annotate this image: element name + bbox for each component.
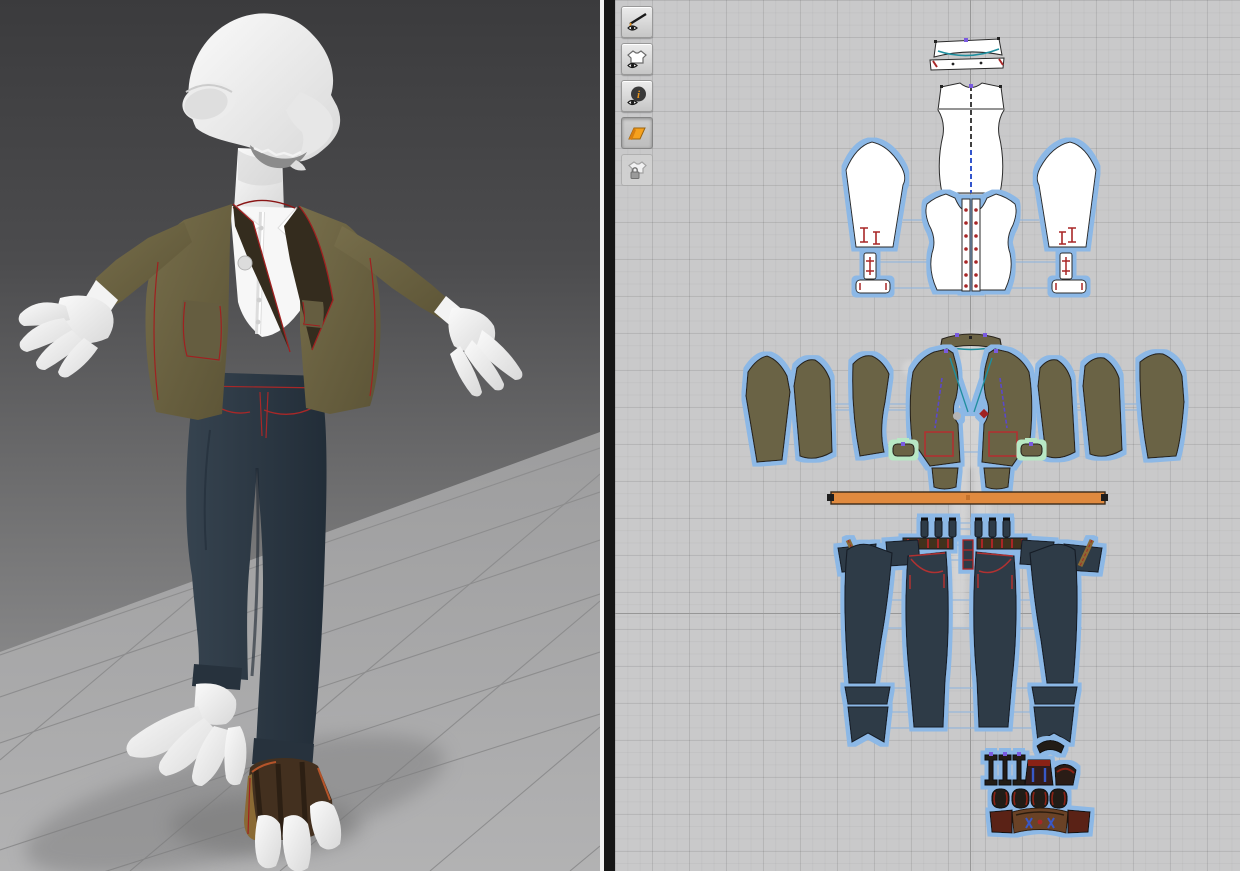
shirt-sleeve-left-piece[interactable] [845,141,906,248]
shirt-cuff-left-piece[interactable] [855,279,891,294]
fabric-swatch-icon [628,127,646,140]
jacket-side-panel-left-piece[interactable] [793,359,833,459]
waistband-right-piece[interactable] [976,537,1028,550]
3d-viewport[interactable] [0,0,600,871]
ankle-cuff-right-piece[interactable] [1033,706,1075,743]
jacket-side-panel-right-piece[interactable] [1037,359,1076,459]
show-garment-toggle[interactable] [621,43,653,75]
back-leg-left-piece[interactable] [844,543,893,684]
knee-band-right-piece[interactable] [1031,686,1078,705]
jacket-under-sleeve-left-piece[interactable] [745,355,791,463]
jacket-top-sleeve-right-piece[interactable] [1139,353,1185,459]
shirt-back-bodice-piece[interactable] [937,82,1005,194]
garment-design-app: i [0,0,1240,871]
belt-endpoint-left[interactable] [827,494,834,501]
sandal-toe-straps[interactable] [984,752,1026,786]
knee-band-left-piece[interactable] [844,686,891,705]
show-info-toggle[interactable]: i [621,80,653,112]
shirt-collar-band-piece[interactable] [929,57,1005,71]
front-leg-left-piece[interactable] [905,551,949,728]
sandal-pattern-group [984,740,1091,834]
sandal-sole-piece[interactable] [1011,807,1069,834]
shirt-pattern-group [845,37,1097,294]
jacket-back-panel-piece[interactable] [1082,357,1123,457]
sandal-sole-side-right-piece[interactable] [1067,809,1091,834]
front-leg-right-piece[interactable] [973,551,1017,728]
pattern-toolbar: i [621,6,653,186]
panel-divider[interactable] [600,0,615,871]
jacket-pocket-flap-right-piece[interactable] [1020,442,1043,457]
needle-eye-icon [627,12,647,31]
shirt-placket-right-piece[interactable] [1059,252,1073,280]
sandal-heel-strap-piece[interactable] [1036,740,1065,754]
jacket-hem-tab-left-piece[interactable] [931,467,959,490]
jacket-pocket-flap-left-piece[interactable] [892,442,915,457]
shirt-front-right-piece[interactable] [971,193,1017,292]
ankle-cuff-left-piece[interactable] [847,706,889,743]
jacket-top-sleeve-left-piece[interactable] [852,355,890,457]
jacket-button [237,255,253,271]
sandal-side-wing-piece[interactable] [1054,764,1077,786]
shirt-cuff-right-piece[interactable] [1051,279,1087,294]
fly-piece[interactable] [962,539,974,570]
info-eye-icon: i [627,86,646,106]
sandal-toe-caps[interactable] [991,788,1068,809]
pattern-canvas [745,37,1185,834]
shirt-lock-icon [628,161,647,179]
shirt-front-left-piece[interactable] [925,193,971,292]
show-fabric-toggle[interactable] [621,117,653,149]
belt-pattern-group[interactable] [827,491,1108,505]
shirt-placket-left-piece[interactable] [863,252,877,280]
3d-scene [0,0,600,871]
lock-garment-toggle[interactable] [621,154,653,186]
sandal-sole-side-left-piece[interactable] [989,809,1013,834]
2d-pattern-editor[interactable]: i [615,0,1240,871]
show-stitches-toggle[interactable] [621,6,653,38]
sandal-vamp-piece[interactable] [1024,759,1054,786]
pants-pattern-group [837,517,1103,743]
shirt-sleeve-right-piece[interactable] [1036,141,1097,248]
shirt-eye-icon [627,50,647,69]
back-leg-right-piece[interactable] [1029,543,1078,684]
shirt-collar-piece[interactable] [933,37,1003,58]
belt-endpoint-right[interactable] [1101,494,1108,501]
jacket-hem-tab-right-piece[interactable] [983,467,1011,490]
